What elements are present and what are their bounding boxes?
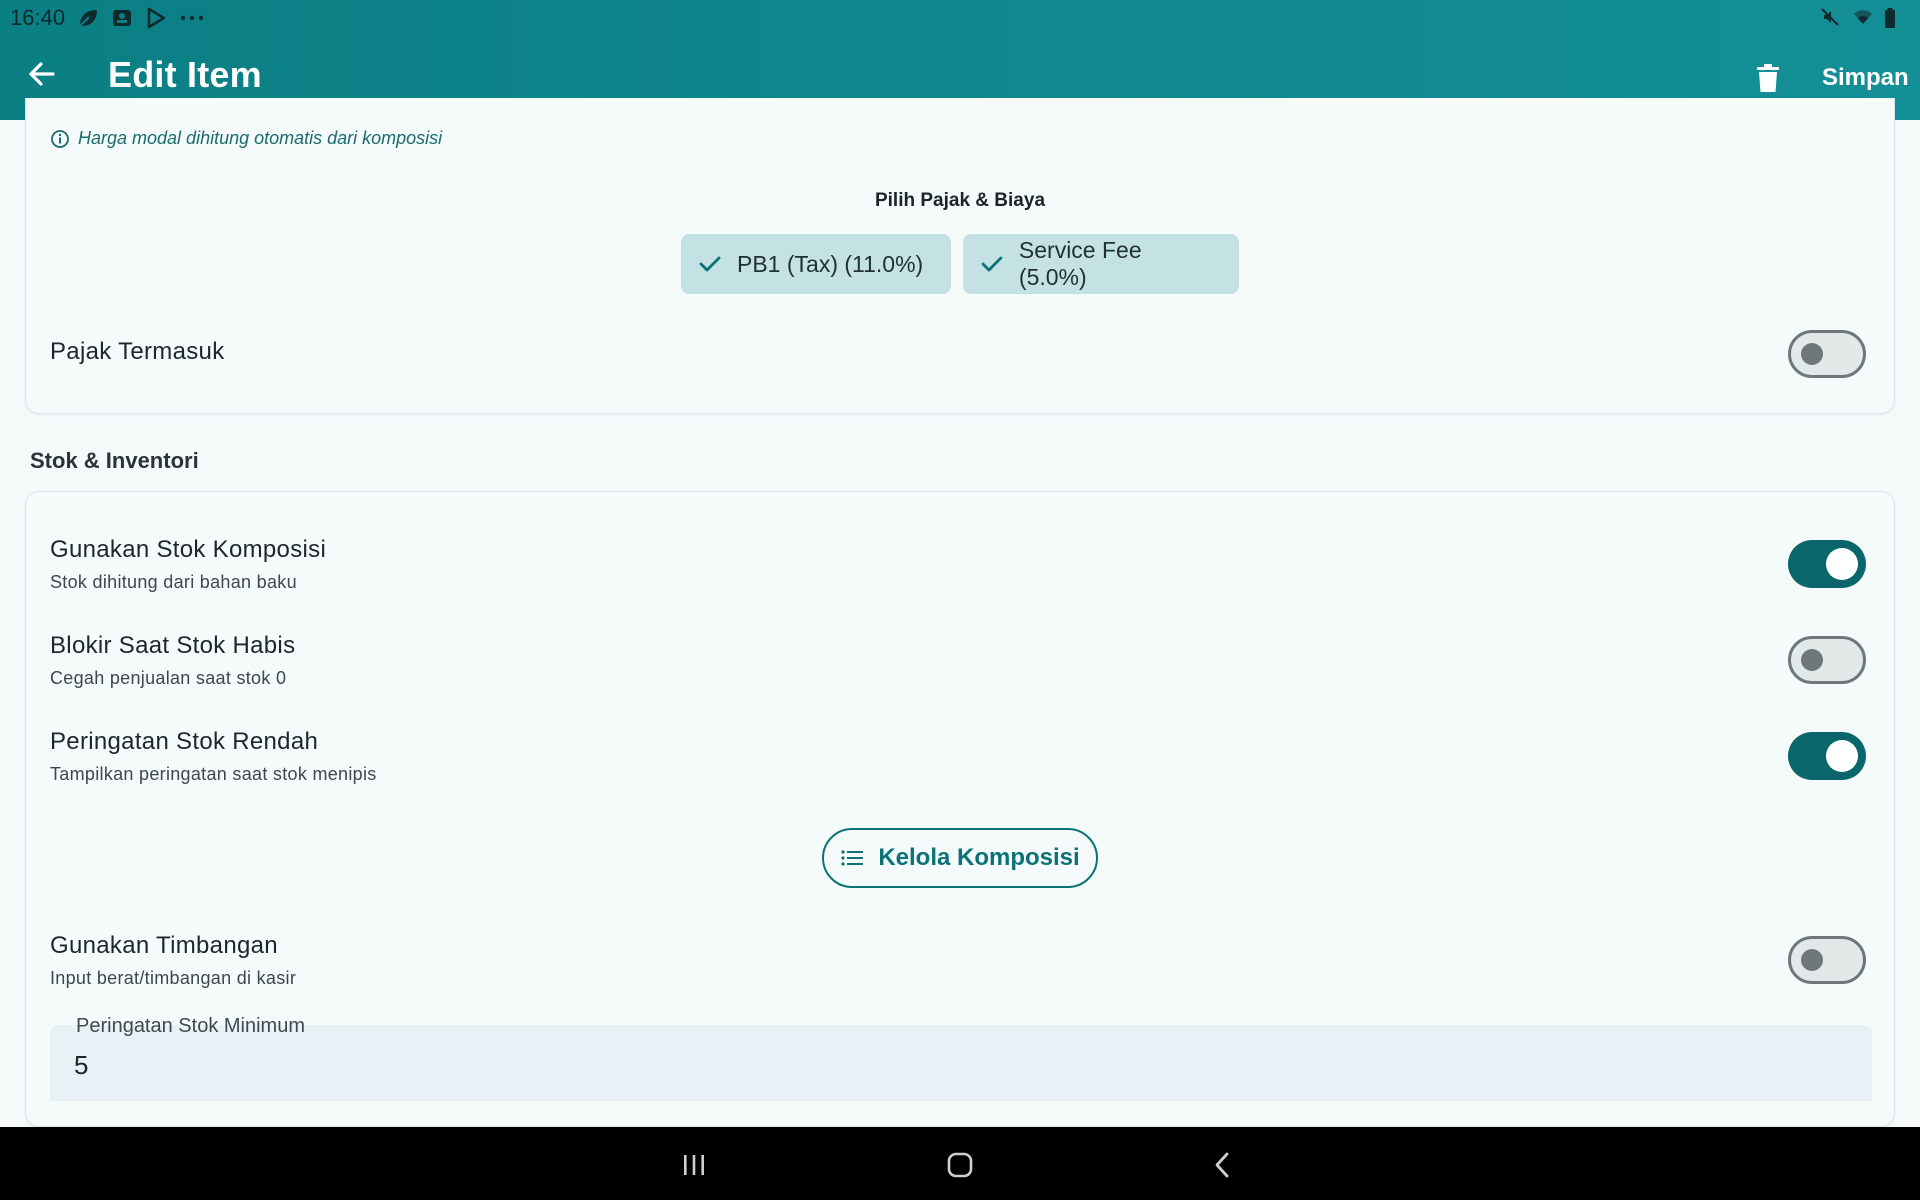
back-nav-button[interactable] xyxy=(1202,1145,1242,1185)
save-button[interactable]: Simpan xyxy=(1822,64,1909,92)
recents-icon xyxy=(684,1155,704,1175)
block-out-of-stock-subtitle: Cegah penjualan saat stok 0 xyxy=(50,668,287,688)
back-button[interactable] xyxy=(22,54,62,94)
min-stock-field[interactable] xyxy=(50,1025,1872,1101)
composition-stock-label: Gunakan Stok Komposisi xyxy=(50,536,327,563)
status-bar: 16:40 xyxy=(0,0,1920,36)
back-nav-icon xyxy=(1215,1152,1229,1178)
play-store-icon xyxy=(145,7,167,29)
battery-icon xyxy=(1884,7,1906,29)
toggle-knob xyxy=(1801,949,1823,971)
home-icon xyxy=(947,1152,973,1178)
toggle-knob xyxy=(1801,343,1823,365)
stock-card: Gunakan Stok Komposisi Stok dihitung dar… xyxy=(25,491,1895,1127)
app-badge-icon xyxy=(111,7,133,29)
pricing-card: Harga modal dihitung otomatis dari kompo… xyxy=(25,98,1895,414)
wifi-icon xyxy=(1852,7,1874,29)
tax-section-title: Pilih Pajak & Biaya xyxy=(874,190,1046,211)
low-stock-warning-label: Peringatan Stok Rendah xyxy=(50,728,319,755)
check-icon xyxy=(981,256,1003,272)
tax-chip-group: PB1 (Tax) (11.0%) Service Fee (5.0%) xyxy=(26,234,1894,294)
info-note: Harga modal dihitung otomatis dari kompo… xyxy=(50,128,442,149)
tax-chip-pb1[interactable]: PB1 (Tax) (11.0%) xyxy=(681,234,951,294)
leaf-icon xyxy=(77,7,99,29)
tax-inclusive-label: Pajak Termasuk xyxy=(50,338,225,365)
page-title: Edit Item xyxy=(108,54,262,95)
delete-button[interactable] xyxy=(1750,58,1786,98)
low-stock-warning-subtitle: Tampilkan peringatan saat stok menipis xyxy=(50,764,377,784)
status-time: 16:40 xyxy=(10,5,66,30)
stock-section-title: Stok & Inventori xyxy=(30,448,199,473)
manage-composition-button[interactable]: Kelola Komposisi xyxy=(822,828,1098,888)
status-bar-right xyxy=(1820,7,1906,29)
more-dots-icon xyxy=(179,7,204,29)
use-scale-toggle[interactable] xyxy=(1788,936,1866,984)
toggle-knob xyxy=(1826,548,1858,580)
mute-icon xyxy=(1820,7,1842,29)
tax-chip-service-fee[interactable]: Service Fee (5.0%) xyxy=(963,234,1239,294)
min-stock-field-label: Peringatan Stok Minimum xyxy=(76,1015,305,1037)
arrow-back-icon xyxy=(29,62,55,86)
navigation-bar xyxy=(0,1127,1920,1200)
home-button[interactable] xyxy=(940,1145,980,1185)
status-bar-left: 16:40 xyxy=(10,5,204,31)
composition-stock-subtitle: Stok dihitung dari bahan baku xyxy=(50,572,297,592)
recents-button[interactable] xyxy=(674,1145,714,1185)
composition-stock-toggle[interactable] xyxy=(1788,540,1866,588)
use-scale-subtitle: Input berat/timbangan di kasir xyxy=(50,968,297,988)
low-stock-warning-toggle[interactable] xyxy=(1788,732,1866,780)
manage-composition-label: Kelola Komposisi xyxy=(878,844,1080,871)
app-root: 16:40 Edit Item Simpan Harga modal dihit… xyxy=(0,0,1920,1200)
min-stock-input[interactable] xyxy=(74,1041,674,1089)
tax-chip-label: PB1 (Tax) (11.0%) xyxy=(737,250,924,277)
toggle-knob xyxy=(1801,649,1823,671)
block-out-of-stock-label: Blokir Saat Stok Habis xyxy=(50,632,296,659)
toggle-knob xyxy=(1826,740,1858,772)
list-icon xyxy=(841,850,864,866)
use-scale-label: Gunakan Timbangan xyxy=(50,932,278,959)
check-icon xyxy=(699,256,721,272)
tax-inclusive-toggle[interactable] xyxy=(1788,330,1866,378)
block-out-of-stock-toggle[interactable] xyxy=(1788,636,1866,684)
info-icon xyxy=(51,129,69,148)
info-text: Harga modal dihitung otomatis dari kompo… xyxy=(78,128,443,148)
tax-chip-label: Service Fee (5.0%) xyxy=(1018,237,1142,290)
trash-icon xyxy=(1757,64,1779,92)
